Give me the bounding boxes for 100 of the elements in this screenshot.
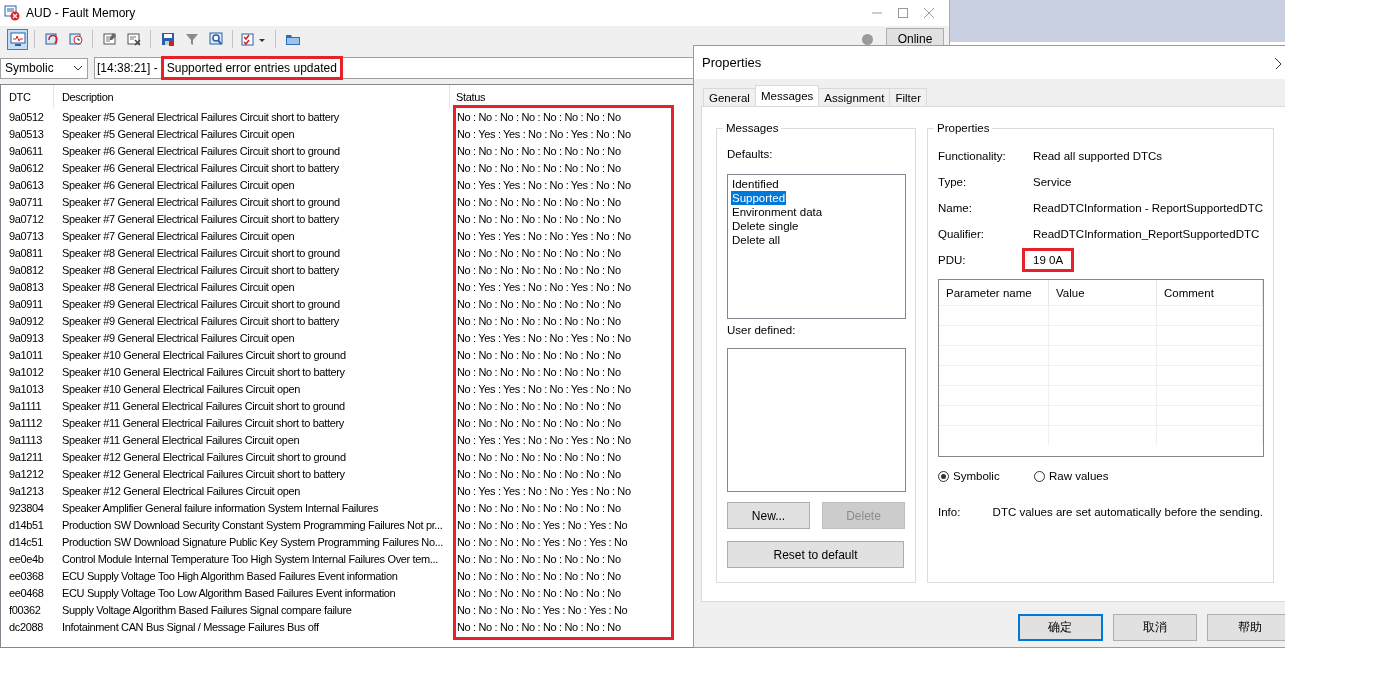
field-label: User defined:	[727, 324, 797, 336]
table-cell-text: No : No : No : No : No : No : No : No	[456, 450, 622, 463]
table-cell-text: 9a1113	[8, 433, 43, 446]
table-cell-text: d14c51	[8, 535, 44, 548]
table-cell-text: No : No : No : No : No : No : No : No	[456, 195, 622, 208]
table-cell-text: Speaker #11 General Electrical Failures Circuit open	[61, 433, 301, 446]
table-cell-text: ECU Supply Voltage Too High Algorithm Based Failures Event information	[61, 569, 399, 582]
field-value: Read all supported DTCs	[1033, 150, 1163, 162]
list-item[interactable]: Supported	[731, 191, 787, 205]
tab[interactable]: General	[703, 88, 756, 106]
table-cell-text: No : No : No : No : No : No : No : No	[456, 348, 622, 361]
table-cell-text: 9a0812	[8, 263, 45, 276]
table-cell-text: Infotainment CAN Bus Signal / Message Failures Bus off	[61, 620, 320, 633]
table-cell-text: No : No : No : No : No : No : No : No	[456, 467, 622, 480]
table-cell-text: 9a0913	[8, 331, 45, 344]
reset-button[interactable]: Reset to default	[727, 541, 904, 568]
table-cell-text: 9a0711	[8, 195, 44, 208]
group-title: Properties	[934, 122, 993, 134]
table-cell-text: Speaker #10 General Electrical Failures Circuit short to battery	[61, 365, 346, 378]
table-cell-text: Supply Voltage Algorithm Based Failures Signal compare failure	[61, 603, 353, 616]
defaults-list[interactable]: Identified Supported Environment data Delete single Delete all	[727, 174, 906, 319]
table-cell-text: No : No : No : No : No : No : No : No	[456, 620, 622, 633]
table-cell-text: 9a0612	[8, 161, 45, 174]
table-cell-text: 9a1213	[8, 484, 45, 497]
table-cell-text: 9a0611	[8, 144, 44, 157]
table-cell-text: Speaker #5 General Electrical Failures Circuit open	[61, 127, 296, 140]
table-cell-text: No : No : No : No : No : No : No : No	[456, 263, 622, 276]
table-cell-text: Speaker #5 General Electrical Failures Circuit short to battery	[61, 110, 340, 123]
view-dropdown[interactable]: Symbolic	[0, 57, 88, 79]
table-cell-text: No : No : No : No : Yes : No : Yes : No	[456, 518, 629, 531]
table-cell-text: No : No : No : No : No : No : No : No	[456, 212, 622, 225]
dialog-button[interactable]: 确定	[1018, 614, 1103, 641]
table-cell-text: No : No : No : No : No : No : No : No	[456, 161, 622, 174]
table-cell-text: d14b51	[8, 518, 45, 531]
group-title: Messages	[723, 122, 782, 134]
table-cell-text: No : No : No : No : No : No : No : No	[456, 144, 622, 157]
list-item[interactable]: Environment data	[731, 205, 824, 219]
table-cell-text: Speaker #7 General Electrical Failures Circuit open	[61, 229, 296, 242]
field-label: Functionality:	[938, 150, 1007, 162]
table-cell-text: 9a0512	[8, 110, 45, 123]
table-cell-text: No : Yes : Yes : No : No : Yes : No : No	[456, 280, 632, 293]
table-cell-text: Speaker #10 General Electrical Failures Circuit short to ground	[61, 348, 347, 361]
table-cell-text: 9a1111	[8, 399, 43, 412]
field-label: Name:	[938, 202, 973, 214]
table-cell-text: Speaker #9 General Electrical Failures Circuit open	[61, 331, 296, 344]
table-cell-text: 923804	[8, 501, 45, 514]
table-cell-text: Speaker #11 General Electrical Failures Circuit short to battery	[61, 416, 345, 429]
tab[interactable]: Filter	[889, 88, 927, 106]
table-cell-text: Speaker #9 General Electrical Failures Circuit short to battery	[61, 314, 340, 327]
table-cell-text: f00362	[8, 603, 42, 616]
table-cell-text: ee0468	[8, 586, 45, 599]
field-value: ReadDTCInformation_ReportSupportedDTC	[1033, 228, 1260, 240]
table-cell-text: Speaker #6 General Electrical Failures Circuit short to battery	[61, 161, 340, 174]
table-cell-text: 9a1011	[8, 348, 44, 361]
message-time: [14:38:21] -	[97, 61, 158, 75]
info-text: DTC values are set automatically before the sending.	[992, 506, 1263, 518]
table-cell-text: 9a1212	[8, 467, 45, 480]
table-cell-text: Production SW Download Security Constant System Programming Failures Not pr...	[61, 518, 444, 531]
column-header[interactable]: Parameter name	[939, 280, 1049, 305]
table-cell-text: No : No : No : No : No : No : No : No	[456, 365, 622, 378]
field-label: Defaults:	[727, 148, 774, 160]
table-cell-text: Speaker #6 General Electrical Failures Circuit short to ground	[61, 144, 341, 157]
table-cell-text: No : Yes : Yes : No : No : Yes : No : No	[456, 127, 632, 140]
radio-label[interactable]: Raw values	[1049, 470, 1109, 482]
table-cell-text: No : Yes : Yes : No : No : Yes : No : No	[456, 178, 632, 191]
dialog-title: Properties	[702, 55, 762, 70]
table-cell-text: Speaker #12 General Electrical Failures Circuit short to battery	[61, 467, 346, 480]
table-cell-text: No : No : No : No : No : No : No : No	[456, 246, 622, 259]
tab[interactable]: Assignment	[818, 88, 891, 106]
list-item[interactable]: Delete all	[731, 233, 781, 247]
table-cell-text: Speaker #12 General Electrical Failures Circuit short to ground	[61, 450, 347, 463]
column-header[interactable]: Description	[54, 85, 450, 108]
table-cell-text: ee0e4b	[8, 552, 45, 565]
table-cell-text: No : Yes : Yes : No : No : Yes : No : No	[456, 484, 632, 497]
column-header[interactable]: Comment	[1157, 280, 1263, 305]
table-cell-text: Speaker #11 General Electrical Failures Circuit short to ground	[61, 399, 346, 412]
table-cell-text: No : No : No : No : No : No : No : No	[456, 416, 622, 429]
tab[interactable]: Messages	[754, 85, 820, 106]
dialog-button[interactable]: 帮助	[1207, 614, 1285, 641]
table-cell-text: dc2088	[8, 620, 44, 633]
table-cell-text: 9a0912	[8, 314, 45, 327]
column-header[interactable]: DTC	[1, 85, 54, 108]
table-cell-text: 9a0513	[8, 127, 45, 140]
dialog-button[interactable]: 取消	[1112, 614, 1198, 641]
list-item[interactable]: Delete single	[731, 219, 800, 233]
table-cell-text: No : No : No : No : No : No : No : No	[456, 110, 622, 123]
table-cell-text: No : Yes : Yes : No : No : Yes : No : No	[456, 229, 632, 242]
table-cell-text: Speaker Amplifier General failure information System Internal Failures	[61, 501, 380, 514]
table-cell-text: ee0368	[8, 569, 45, 582]
table-cell-text: Production SW Download Signature Public Key System Programming Failures No...	[61, 535, 444, 548]
table-cell-text: No : No : No : No : No : No : No : No	[456, 314, 622, 327]
table-cell-text: No : No : No : No : No : No : No : No	[456, 399, 622, 412]
field-label: PDU:	[938, 254, 967, 266]
radio-label[interactable]: Symbolic	[953, 470, 1000, 482]
column-header[interactable]: Value	[1049, 280, 1157, 305]
dialog-button[interactable]: New...	[727, 502, 810, 529]
field-label: Qualifier:	[938, 228, 986, 240]
table-cell-text: No : Yes : Yes : No : No : Yes : No : No	[456, 331, 632, 344]
list-item[interactable]: Identified	[731, 177, 780, 191]
table-cell-text: No : No : No : No : No : No : No : No	[456, 501, 622, 514]
